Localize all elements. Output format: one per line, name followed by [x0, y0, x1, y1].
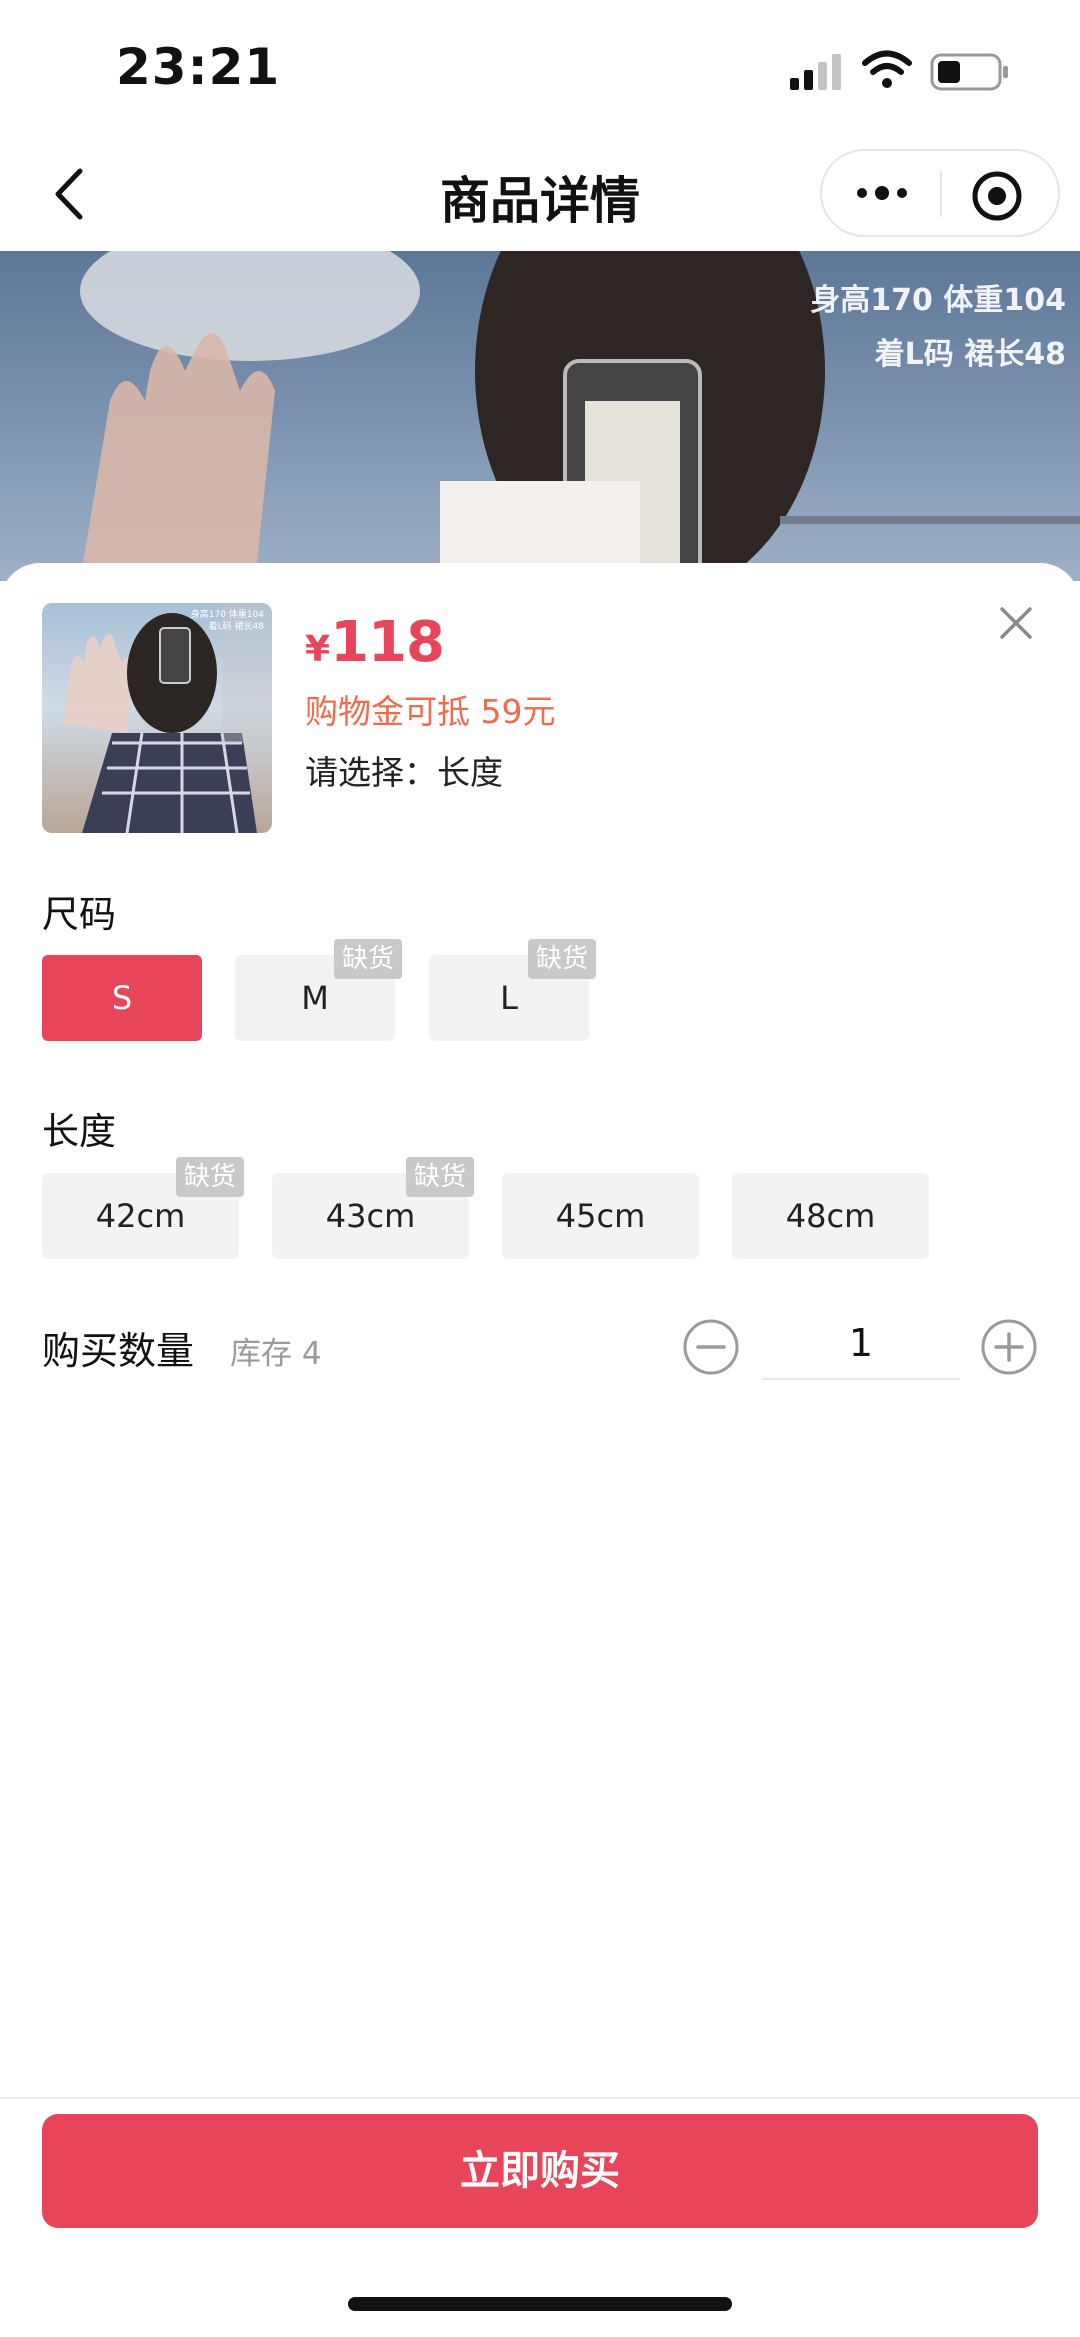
plus-circle-icon[interactable]: [980, 1318, 1038, 1376]
price-value: 118: [330, 610, 445, 675]
more-dots-icon[interactable]: [852, 173, 912, 213]
price-currency: ¥: [305, 629, 331, 670]
stock-text: 库存 4: [230, 1336, 322, 1372]
size-option-s[interactable]: S: [42, 955, 202, 1041]
cellular-signal-icon: [790, 54, 841, 90]
miniapp-capsule: [820, 149, 1060, 237]
nav-bar: 商品详情: [0, 135, 1080, 251]
select-hint: 请选择：长度: [305, 753, 503, 792]
minus-circle-icon[interactable]: [682, 1318, 740, 1376]
size-section-label: 尺码: [42, 893, 116, 936]
buy-now-button[interactable]: 立即购买: [42, 2114, 1038, 2228]
product-banner-image: 身高170 体重104 着L码 裙长48: [0, 251, 1080, 581]
status-bar: 23:21: [0, 0, 1080, 135]
footer-divider: [0, 2097, 1080, 2099]
thumbnail-photo: 身高170 体重104 着L码 裙长48: [62, 603, 272, 833]
thumbnail-caption-2: 着L码 裙长48: [209, 620, 265, 632]
out-of-stock-badge: 缺货: [528, 939, 597, 979]
product-thumbnail: 身高170 体重104 着L码 裙长48: [42, 603, 272, 833]
wifi-icon: [862, 50, 912, 88]
home-indicator: [348, 2297, 732, 2311]
quantity-label: 购买数量: [42, 1329, 195, 1373]
length-section-label: 长度: [42, 1110, 116, 1153]
battery-icon: [930, 53, 1008, 91]
quantity-input[interactable]: [762, 1308, 960, 1380]
banner-caption-2: 着L码 裙长48: [874, 337, 1066, 372]
target-icon[interactable]: [970, 169, 1024, 223]
capsule-divider: [940, 171, 942, 217]
close-icon[interactable]: [996, 603, 1036, 643]
banner-caption-1: 身高170 体重104: [810, 283, 1066, 318]
product-price: ¥118: [305, 610, 445, 675]
length-option-48cm[interactable]: 48cm: [732, 1173, 929, 1259]
thumbnail-caption-1: 身高170 体重104: [191, 608, 264, 620]
voucher-text: 购物金可抵 59元: [305, 692, 556, 731]
length-option-45cm[interactable]: 45cm: [502, 1173, 699, 1259]
status-time: 23:21: [116, 38, 281, 96]
out-of-stock-badge: 缺货: [406, 1157, 475, 1197]
out-of-stock-badge: 缺货: [334, 939, 403, 979]
out-of-stock-badge: 缺货: [176, 1157, 245, 1197]
